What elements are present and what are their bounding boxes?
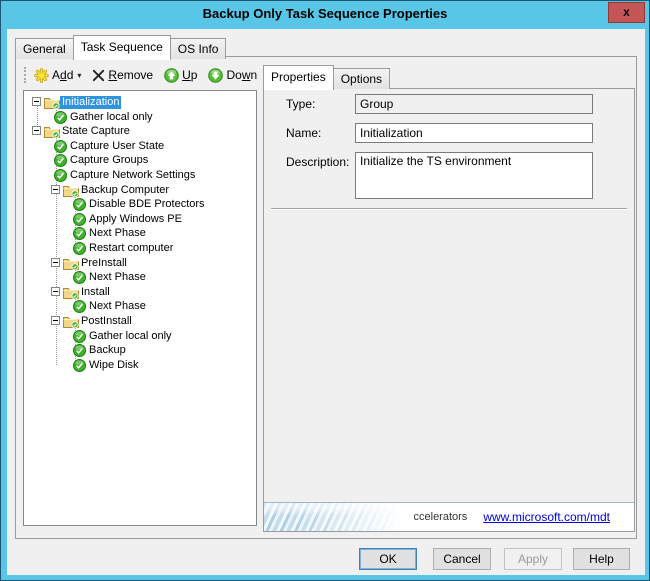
main-tab-strip: GeneralTask SequenceOS Info	[15, 35, 225, 59]
tree-item-label[interactable]: PostInstall	[79, 315, 134, 328]
task-sequence-tab-page: Add ▾ Remove Up Down Initialization Gather lo…	[15, 56, 637, 539]
tree-item-label[interactable]: Capture Network Settings	[68, 169, 197, 182]
name-field[interactable]	[355, 123, 593, 143]
add-dropdown-caret[interactable]: ▾	[77, 71, 81, 80]
toolbar-grip[interactable]	[24, 67, 26, 83]
tree-item-label[interactable]: Capture User State	[68, 140, 166, 153]
tree-item-next-phase[interactable]: Next Phase	[24, 270, 256, 285]
tab-options[interactable]: Options	[333, 68, 390, 89]
tree-item-capture-network-settings[interactable]: Capture Network Settings	[24, 168, 256, 183]
remove-x-icon	[92, 69, 105, 82]
mdt-link[interactable]: www.microsoft.com/mdt	[483, 510, 610, 524]
tab-general[interactable]: General	[15, 38, 74, 59]
swoosh-graphic	[264, 503, 414, 531]
title-bar[interactable]: Backup Only Task Sequence Properties x	[1, 1, 649, 29]
tree-item-install[interactable]: Install	[24, 285, 256, 300]
cancel-button[interactable]: Cancel	[433, 548, 491, 570]
separator-line	[271, 208, 627, 210]
toolbar-button-label: Add	[52, 68, 73, 82]
tree-item-label[interactable]: Backup Computer	[79, 184, 171, 197]
expander-icon[interactable]	[51, 316, 60, 325]
up-arrow-icon	[164, 68, 179, 83]
toolbar-button-label: Remove	[108, 68, 153, 82]
properties-tab-page: Type: Name: Description: Initialize the …	[263, 88, 635, 532]
add-button[interactable]: Add ▾	[32, 67, 83, 84]
tab-os-info[interactable]: OS Info	[170, 38, 227, 59]
down-arrow-icon	[208, 68, 223, 83]
expander-icon[interactable]	[32, 126, 41, 135]
down-button[interactable]: Down	[206, 67, 259, 84]
up-button[interactable]: Up	[162, 67, 199, 84]
tree-item-backup[interactable]: Backup	[24, 343, 256, 358]
tree-item-restart-computer[interactable]: Restart computer	[24, 241, 256, 256]
tree-item-label[interactable]: Wipe Disk	[87, 359, 141, 372]
tree-item-apply-windows-pe[interactable]: Apply Windows PE	[24, 212, 256, 227]
apply-button: Apply	[504, 548, 562, 570]
tab-task-sequence[interactable]: Task Sequence	[73, 35, 171, 60]
tree-item-state-capture[interactable]: State Capture	[24, 124, 256, 139]
toolbar-button-label: Down	[226, 68, 257, 82]
add-star-icon	[34, 68, 49, 83]
tree-item-label[interactable]: Initialization	[60, 96, 121, 109]
tree-item-label[interactable]: Capture Groups	[68, 154, 150, 167]
tree-item-label[interactable]: Restart computer	[87, 242, 175, 255]
expander-icon[interactable]	[51, 287, 60, 296]
step-check-icon	[73, 359, 86, 375]
tree-item-label[interactable]: Next Phase	[87, 300, 148, 313]
tree-toolbar: Add ▾ Remove Up Down	[23, 64, 261, 86]
tree-item-backup-computer[interactable]: Backup Computer	[24, 183, 256, 198]
type-label: Type:	[286, 97, 315, 111]
expander-icon[interactable]	[51, 258, 60, 267]
tree-item-label[interactable]: Next Phase	[87, 227, 148, 240]
tree-item-label[interactable]: PreInstall	[79, 257, 129, 270]
description-field[interactable]: Initialize the TS environment	[355, 152, 593, 199]
tree-item-gather-local-only[interactable]: Gather local only	[24, 329, 256, 344]
tree-item-wipe-disk[interactable]: Wipe Disk	[24, 358, 256, 373]
tree-item-next-phase[interactable]: Next Phase	[24, 226, 256, 241]
dialog-window: Backup Only Task Sequence Properties x G…	[0, 0, 650, 581]
expander-icon[interactable]	[32, 97, 41, 106]
properties-tab-strip: PropertiesOptions	[263, 65, 389, 89]
tree-item-gather-local-only[interactable]: Gather local only	[24, 110, 256, 125]
description-label: Description:	[286, 155, 349, 169]
tree-item-label[interactable]: Disable BDE Protectors	[87, 198, 207, 211]
tree-item-label[interactable]: Gather local only	[87, 330, 174, 343]
tree-item-next-phase[interactable]: Next Phase	[24, 299, 256, 314]
remove-button[interactable]: Remove	[90, 67, 155, 83]
tree-item-postinstall[interactable]: PostInstall	[24, 314, 256, 329]
close-button[interactable]: x	[608, 2, 645, 23]
name-label: Name:	[286, 126, 321, 140]
tree-item-label[interactable]: State Capture	[60, 125, 132, 138]
dialog-title: Backup Only Task Sequence Properties	[1, 1, 649, 27]
tree-item-disable-bde-protectors[interactable]: Disable BDE Protectors	[24, 197, 256, 212]
tree-item-capture-user-state[interactable]: Capture User State	[24, 139, 256, 154]
branding-bar: Microsoft Solution Accelerators www.micr…	[264, 502, 634, 531]
type-field	[355, 94, 593, 114]
tree-item-label[interactable]: Gather local only	[68, 111, 155, 124]
tree-item-capture-groups[interactable]: Capture Groups	[24, 153, 256, 168]
tree-item-label[interactable]: Next Phase	[87, 271, 148, 284]
task-sequence-tree[interactable]: InitializationGather local onlyState Cap…	[23, 90, 257, 526]
expander-icon[interactable]	[51, 185, 60, 194]
tree-item-label[interactable]: Install	[79, 286, 112, 299]
tree-item-initialization[interactable]: Initialization	[24, 95, 256, 110]
dialog-client-area: GeneralTask SequenceOS Info Add ▾ Remove Up…	[7, 29, 645, 575]
help-button[interactable]: Help	[573, 548, 630, 570]
toolbar-button-label: Up	[182, 68, 197, 82]
tab-properties[interactable]: Properties	[263, 65, 334, 90]
ok-button[interactable]: OK	[359, 548, 417, 570]
tree-item-label[interactable]: Apply Windows PE	[87, 213, 184, 226]
tree-item-preinstall[interactable]: PreInstall	[24, 256, 256, 271]
tree-item-label[interactable]: Backup	[87, 344, 128, 357]
